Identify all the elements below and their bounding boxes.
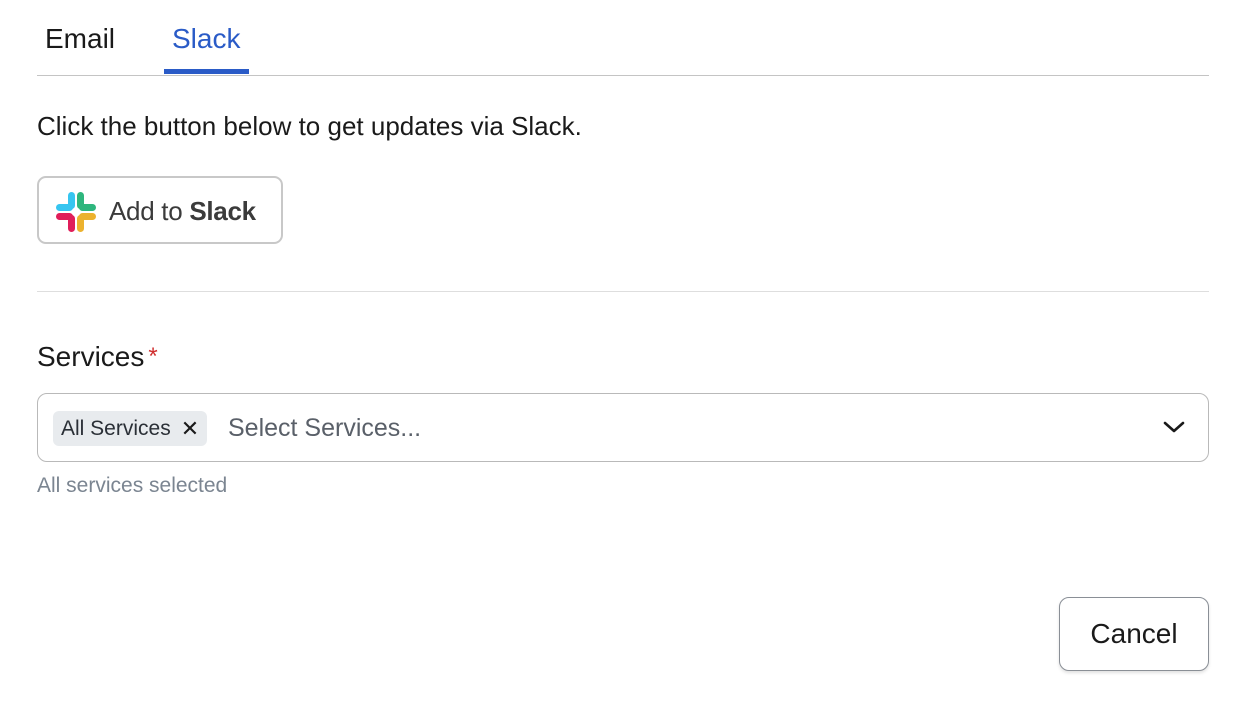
services-select-placeholder[interactable]: Select Services... [228, 411, 421, 445]
services-label-text: Services [37, 341, 145, 372]
services-helper-text: All services selected [37, 474, 228, 497]
service-chip-label: All Services [61, 416, 171, 440]
services-label: Services * [37, 339, 158, 375]
section-divider [37, 291, 1209, 292]
slack-intro-text: Click the button below to get updates vi… [37, 111, 582, 141]
tab-bar: Email Slack [37, 0, 1209, 76]
required-asterisk: * [148, 343, 158, 370]
remove-chip-close-icon[interactable]: ✕ [181, 417, 199, 440]
service-chip-all-services: All Services ✕ [53, 411, 208, 446]
add-to-slack-prefix: Add to [109, 196, 183, 226]
add-to-slack-label: Add to Slack [109, 196, 256, 226]
active-tab-indicator [164, 69, 249, 74]
add-to-slack-button[interactable]: Add to Slack [37, 176, 283, 244]
tab-email[interactable]: Email [45, 22, 115, 56]
add-to-slack-brand: Slack [189, 196, 256, 226]
cancel-button[interactable]: Cancel [1059, 597, 1209, 671]
slack-logo-icon [56, 192, 96, 232]
services-select[interactable]: All Services ✕ Select Services... [37, 393, 1209, 462]
chevron-down-icon[interactable] [1162, 418, 1186, 436]
tab-slack[interactable]: Slack [164, 22, 248, 56]
